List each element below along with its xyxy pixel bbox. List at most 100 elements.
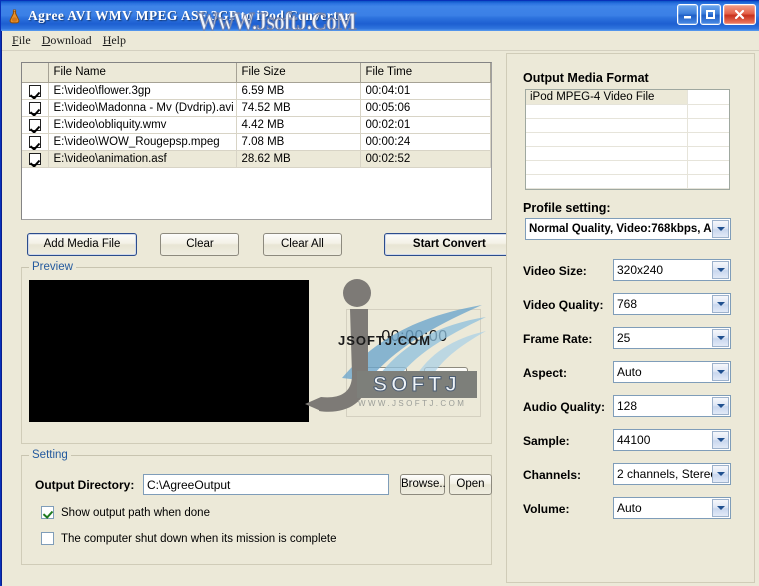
preview-video-surface[interactable]: [29, 280, 309, 422]
cell-file-time: 00:04:01: [360, 82, 491, 100]
clear-all-button[interactable]: Clear All: [262, 233, 342, 256]
list-item[interactable]: [526, 146, 729, 161]
file-list[interactable]: File Name File Size File Time E:\video\f…: [21, 62, 492, 220]
chevron-down-icon[interactable]: [712, 431, 729, 449]
cell-file-name: E:\video\WOW_Rougepsp.mpeg: [48, 133, 237, 151]
table-row[interactable]: E:\video\Madonna - Mv (Dvdrip).avi 74.52 …: [22, 99, 491, 117]
cell-file-time: 00:05:06: [360, 99, 491, 117]
menu-item-download[interactable]: Download: [39, 32, 100, 50]
profile-label-2: Frame Rate:: [523, 332, 593, 346]
close-button[interactable]: [723, 4, 756, 25]
shutdown-checkbox-row[interactable]: The computer shut down when its mission …: [41, 532, 336, 545]
row-checkbox-cell[interactable]: [22, 150, 49, 168]
table-row[interactable]: E:\video\flower.3gp 6.59 MB 00:04:01: [22, 82, 491, 100]
show-output-path-checkbox[interactable]: [41, 506, 54, 519]
profile-setting-value: Normal Quality, Video:768kbps, A: [529, 223, 712, 235]
chevron-down-icon[interactable]: [712, 465, 729, 483]
profile-combobox-6[interactable]: 2 channels, Stereo: [613, 463, 731, 485]
list-item[interactable]: [526, 104, 729, 119]
shutdown-checkbox[interactable]: [41, 532, 54, 545]
show-output-path-label: Show output path when done: [61, 506, 210, 519]
table-row[interactable]: E:\video\animation.asf 28.62 MB 00:02:52: [22, 150, 491, 168]
profile-value-6: 2 channels, Stereo: [617, 467, 718, 481]
format-extra-cell: [687, 104, 729, 119]
profile-combobox-3[interactable]: Auto: [613, 361, 731, 383]
profile-setting-label: Profile setting:: [523, 201, 611, 215]
profile-setting-combobox[interactable]: Normal Quality, Video:768kbps, A: [525, 218, 731, 240]
list-item[interactable]: [526, 174, 729, 189]
format-extra-cell: [687, 132, 729, 147]
format-name-cell: [526, 160, 688, 175]
column-header-checkbox[interactable]: [22, 63, 49, 83]
browse-button[interactable]: Browse..: [400, 474, 446, 495]
clear-button[interactable]: Clear: [160, 233, 240, 256]
chevron-down-icon[interactable]: [712, 363, 729, 381]
list-item[interactable]: iPod MPEG-4 Video File: [526, 90, 729, 105]
column-header-file-time[interactable]: File Time: [360, 63, 491, 83]
column-header-file-size[interactable]: File Size: [236, 63, 361, 83]
list-item[interactable]: [526, 160, 729, 175]
client-area: File Name File Size File Time E:\video\f…: [2, 51, 759, 586]
preview-stop-button[interactable]: Stop: [424, 367, 469, 389]
profile-value-4: 128: [617, 399, 638, 413]
maximize-button[interactable]: [700, 4, 721, 25]
profile-combobox-2[interactable]: 25: [613, 327, 731, 349]
show-output-path-checkbox-row[interactable]: Show output path when done: [41, 506, 210, 519]
profile-combobox-0[interactable]: 320x240: [613, 259, 731, 281]
row-checkbox-cell[interactable]: [22, 82, 49, 100]
output-media-format-list[interactable]: iPod MPEG-4 Video File: [525, 89, 730, 190]
profile-label-6: Channels:: [523, 468, 582, 482]
table-row[interactable]: E:\video\WOW_Rougepsp.mpeg 7.08 MB 00:00:2…: [22, 133, 491, 151]
list-item[interactable]: [526, 132, 729, 147]
application-window: Agree AVI WMV MPEG ASF 3GP to iPod Conve…: [0, 0, 759, 586]
preview-group-title: Preview: [29, 261, 76, 273]
chevron-down-icon[interactable]: [712, 220, 729, 238]
action-button-row: Add Media File Clear Clear All Start Con…: [27, 233, 515, 256]
cell-file-name: E:\video\Madonna - Mv (Dvdrip).avi: [48, 99, 237, 117]
shutdown-label: The computer shut down when its mission …: [61, 532, 337, 545]
row-checkbox[interactable]: [28, 152, 41, 165]
cell-file-name: E:\video\animation.asf: [48, 150, 237, 168]
chevron-down-icon[interactable]: [712, 295, 729, 313]
profile-value-0: 320x240: [617, 263, 664, 277]
preview-button-row: Start Stop: [363, 367, 469, 389]
profile-combobox-4[interactable]: 128: [613, 395, 731, 417]
title-bar: Agree AVI WMV MPEG ASF 3GP to iPod Conve…: [1, 1, 759, 31]
chevron-down-icon[interactable]: [712, 261, 729, 279]
column-header-file-name[interactable]: File Name: [48, 63, 237, 83]
chevron-down-icon[interactable]: [712, 499, 729, 517]
row-checkbox[interactable]: [28, 84, 41, 97]
row-checkbox[interactable]: [28, 118, 41, 131]
format-extra-cell: [687, 174, 729, 189]
table-row[interactable]: E:\video\obliquity.wmv 4.42 MB 00:02:01: [22, 116, 491, 134]
profile-value-3: Auto: [617, 365, 642, 379]
output-directory-input[interactable]: [143, 474, 389, 495]
row-checkbox[interactable]: [28, 135, 41, 148]
output-media-format-title: Output Media Format: [523, 71, 649, 85]
profile-combobox-5[interactable]: 44100: [613, 429, 731, 451]
minimize-button[interactable]: [677, 4, 698, 25]
window-controls: [677, 4, 756, 25]
profile-combobox-1[interactable]: 768: [613, 293, 731, 315]
chevron-down-icon[interactable]: [712, 329, 729, 347]
cell-file-time: 00:02:01: [360, 116, 491, 134]
row-checkbox-cell[interactable]: [22, 116, 49, 134]
preview-start-button[interactable]: Start: [363, 367, 407, 389]
cell-file-name: E:\video\flower.3gp: [48, 82, 237, 100]
cell-file-time: 00:00:24: [360, 133, 491, 151]
row-checkbox[interactable]: [28, 101, 41, 114]
add-media-file-button[interactable]: Add Media File: [27, 233, 137, 256]
profile-combobox-7[interactable]: Auto: [613, 497, 731, 519]
output-media-format-table: iPod MPEG-4 Video File: [526, 90, 729, 189]
chevron-down-icon[interactable]: [712, 397, 729, 415]
open-button[interactable]: Open: [449, 474, 492, 495]
menu-item-help[interactable]: Help: [100, 32, 134, 50]
menu-item-file[interactable]: File: [9, 32, 39, 50]
profile-label-3: Aspect:: [523, 366, 568, 380]
list-item[interactable]: [526, 118, 729, 133]
start-convert-button[interactable]: Start Convert: [384, 233, 515, 256]
row-checkbox-cell[interactable]: [22, 133, 49, 151]
row-checkbox-cell[interactable]: [22, 99, 49, 117]
preview-controls: 00:00:00 Start Stop: [346, 309, 481, 417]
cell-file-size: 6.59 MB: [236, 82, 361, 100]
